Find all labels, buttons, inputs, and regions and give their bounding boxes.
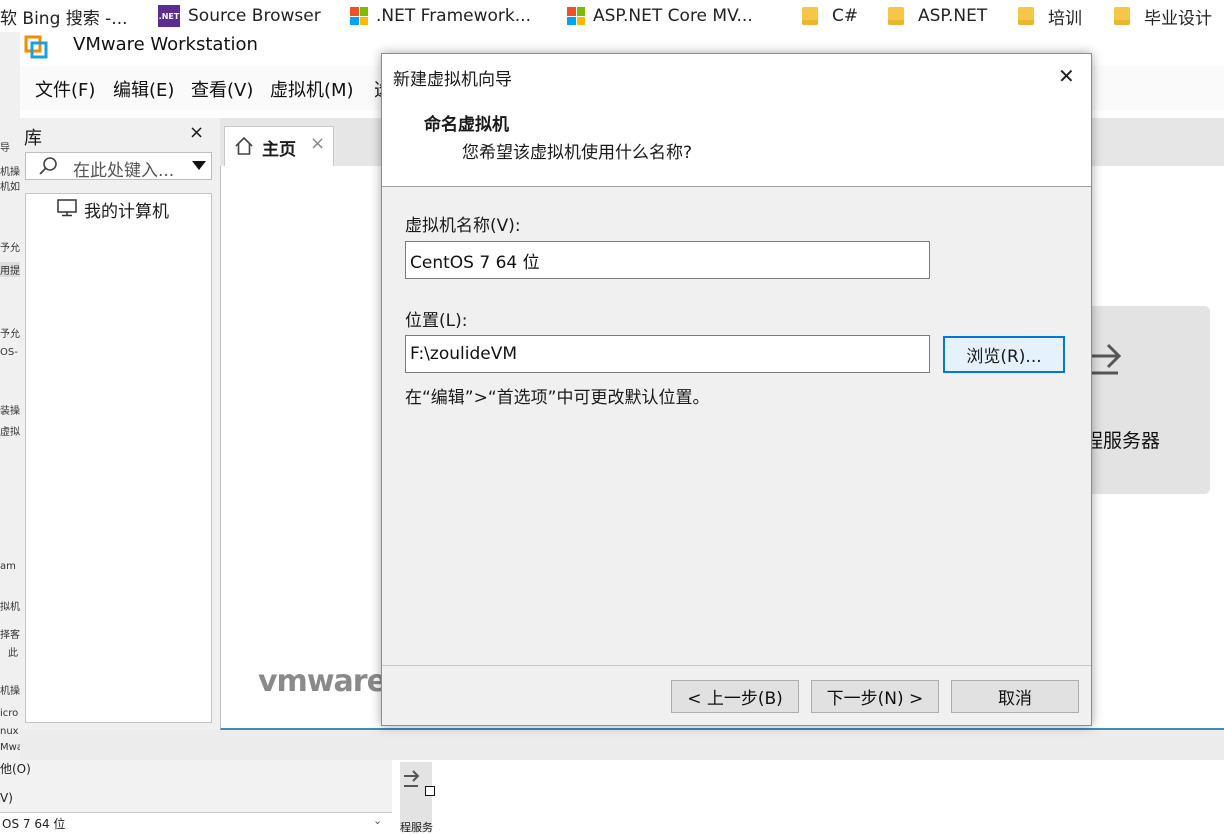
footer-divider: [382, 665, 1091, 666]
library-close-button[interactable]: ×: [189, 122, 204, 143]
folder-icon: [1114, 7, 1130, 25]
microsoft-logo-icon: [350, 7, 368, 25]
background-text: 机操: [0, 167, 20, 178]
bookmark-folder-aspnet[interactable]: ASP.NET: [888, 4, 987, 28]
microsoft-logo-icon: [567, 7, 585, 25]
bookmark-aspnet-core[interactable]: ASP.NET Core MV...: [567, 4, 753, 28]
tab-close-button[interactable]: ×: [310, 133, 325, 154]
bookmark-source-browser[interactable]: .NET Source Browser: [158, 4, 321, 28]
background-text: 予允: [0, 243, 20, 254]
background-text: nux: [0, 726, 19, 737]
folder-icon: [888, 7, 904, 25]
library-tree: [25, 193, 212, 723]
resize-handle[interactable]: [425, 786, 435, 796]
app-title: VMware Workstation: [73, 34, 258, 55]
bookmark-label: Source Browser: [188, 6, 321, 26]
bookmark-label: 培训: [1048, 8, 1082, 29]
background-text: 拟机: [0, 602, 20, 613]
background-option-label: V): [0, 791, 13, 805]
background-window-edge: 导 机操 机如 予允 用提 予允 OS- 装操 虚拟 am 拟机 择客 此 机操…: [0, 32, 23, 832]
vmware-logo-icon: [24, 35, 48, 59]
status-bar: [20, 730, 1224, 760]
vm-name-label: 虚拟机名称(V):: [405, 216, 521, 236]
background-text: 用提: [0, 262, 20, 277]
background-option-label: 他(O): [0, 762, 31, 776]
chevron-down-icon: ⌄: [373, 814, 383, 827]
bookmark-label: 毕业设计: [1144, 8, 1212, 29]
background-text: 装操: [0, 406, 20, 417]
library-search-placeholder: 在此处键入...: [73, 161, 175, 181]
background-text: icro: [0, 708, 19, 719]
library-title: 库: [24, 128, 42, 149]
folder-icon: [802, 7, 818, 25]
bookmark-folder-training[interactable]: 培训: [1018, 4, 1082, 29]
dialog-close-button[interactable]: ✕: [1058, 64, 1075, 88]
tab-home-label: 主页: [262, 140, 296, 160]
folder-icon: [1018, 7, 1034, 25]
bookmark-label: ASP.NET: [918, 6, 988, 26]
arrow-right-icon: [404, 770, 420, 787]
back-button[interactable]: < 上一步(B): [671, 680, 799, 713]
background-text: 择客: [0, 630, 20, 641]
computer-icon: [57, 199, 77, 217]
home-icon: [235, 136, 253, 155]
background-select-value: OS 7 64 位: [2, 817, 66, 831]
dropdown-arrow-icon[interactable]: [192, 161, 206, 170]
location-input[interactable]: [405, 335, 930, 373]
bookmark-folder-csharp[interactable]: C#: [802, 4, 858, 28]
bookmark-label: C#: [832, 6, 859, 26]
background-text: 予允: [0, 329, 20, 340]
location-hint: 在“编辑”>“首选项”中可更改默认位置。: [405, 388, 710, 408]
remote-server-label: 程服务器: [1084, 430, 1161, 452]
background-text: 机操: [0, 686, 20, 697]
menu-file[interactable]: 文件(F): [35, 76, 95, 102]
background-text: 此: [8, 648, 18, 659]
background-text: 虚拟: [0, 427, 20, 438]
location-label: 位置(L):: [405, 311, 468, 331]
background-text: 机如: [0, 182, 20, 193]
background-remote-label: 程服务: [400, 821, 433, 834]
vm-name-input[interactable]: [405, 241, 930, 279]
background-text: am: [0, 561, 16, 572]
menu-edit[interactable]: 编辑(E): [113, 76, 174, 102]
dialog-title: 新建虚拟机向导: [393, 70, 512, 90]
bookmark-label: .NET Framework...: [376, 6, 531, 26]
bookmark-bing[interactable]: 软 Bing 搜索 -...: [0, 4, 128, 29]
browse-button[interactable]: 浏览(R)...: [943, 336, 1065, 373]
bookmark-label: ASP.NET Core MV...: [593, 6, 753, 26]
dotnet-icon: .NET: [158, 5, 180, 27]
cancel-button[interactable]: 取消: [951, 680, 1079, 713]
step-heading: 命名虚拟机: [424, 115, 509, 135]
header-divider: [382, 186, 1091, 187]
bookmarks-bar: 软 Bing 搜索 -... .NET Source Browser .NET …: [0, 0, 1224, 32]
next-button[interactable]: 下一步(N) >: [811, 680, 939, 713]
vmware-brand-logo: vmware: [258, 664, 387, 699]
menu-vm[interactable]: 虚拟机(M): [270, 76, 354, 102]
bookmark-folder-graduation[interactable]: 毕业设计: [1114, 4, 1212, 29]
background-text: OS-: [0, 347, 18, 358]
bookmark-label: 软 Bing 搜索 -...: [0, 8, 128, 29]
bookmark-net-framework[interactable]: .NET Framework...: [350, 4, 531, 28]
step-subheading: 您希望该虚拟机使用什么名称?: [462, 143, 693, 163]
background-text: 导: [0, 143, 10, 154]
menu-view[interactable]: 查看(V): [191, 76, 253, 102]
search-icon: [39, 157, 57, 175]
tree-item-my-computer[interactable]: 我的计算机: [84, 197, 169, 222]
